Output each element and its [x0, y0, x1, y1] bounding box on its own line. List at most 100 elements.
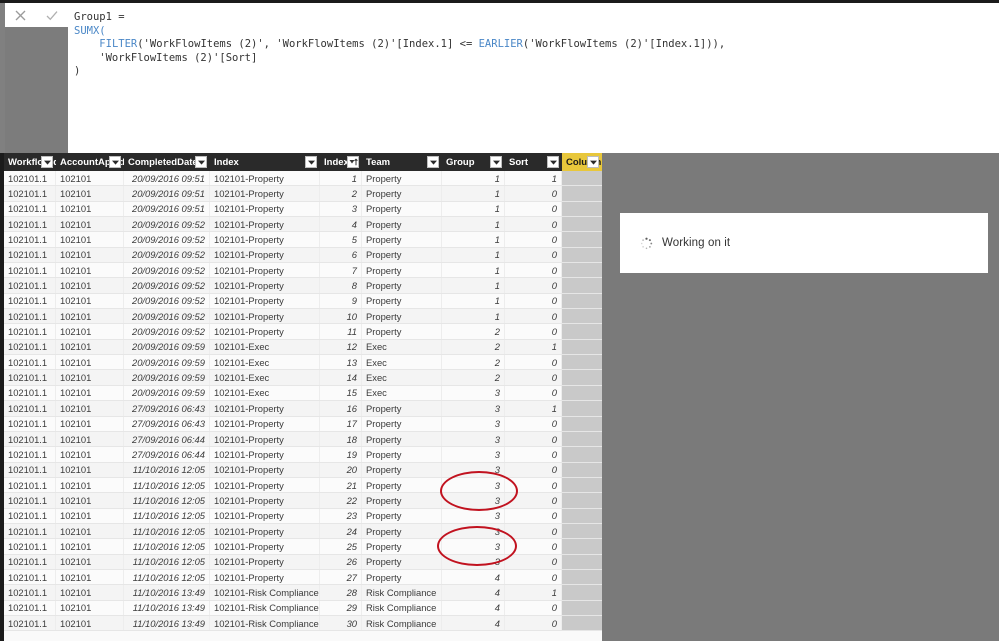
cell-completed[interactable]: 11/10/2016 12:05: [124, 477, 210, 493]
cell-sort[interactable]: 0: [505, 324, 562, 339]
cell-sort[interactable]: 0: [505, 232, 562, 247]
cell-index1[interactable]: 21: [320, 477, 362, 493]
cell-index1[interactable]: 15: [320, 385, 362, 401]
cell-workflow[interactable]: 102101.1: [4, 171, 56, 186]
cell-account[interactable]: 102101: [56, 585, 124, 600]
column-filter-button-account[interactable]: [109, 156, 121, 168]
cell-index1[interactable]: 25: [320, 539, 362, 554]
cell-sort[interactable]: 0: [505, 293, 562, 309]
cell-workflow[interactable]: 102101.1: [4, 385, 56, 401]
table-row[interactable]: 102101.1 102101 11/10/2016 12:05 102101-Pro…: [4, 477, 602, 494]
cell-workflow[interactable]: 102101.1: [4, 539, 56, 554]
accept-formula-button[interactable]: [41, 4, 63, 26]
table-row[interactable]: 102101.1 102101 20/09/2016 09:52 102101-Pro…: [4, 232, 602, 248]
cell-sort[interactable]: 0: [505, 370, 562, 385]
cell-completed[interactable]: 11/10/2016 12:05: [124, 554, 210, 569]
column-filter-button-index[interactable]: [305, 156, 317, 168]
table-row[interactable]: 102101.1 102101 27/09/2016 06:44 102101-Pro…: [4, 431, 602, 448]
cell-workflow[interactable]: 102101.1: [4, 447, 56, 462]
cell-completed[interactable]: 11/10/2016 12:05: [124, 493, 210, 508]
cell-team[interactable]: Property: [362, 493, 442, 508]
cell-column[interactable]: [562, 508, 602, 523]
cell-group[interactable]: 1: [442, 232, 505, 247]
cell-index1[interactable]: 28: [320, 585, 362, 600]
cell-team[interactable]: Property: [362, 462, 442, 477]
cell-group[interactable]: 3: [442, 539, 505, 554]
cell-completed[interactable]: 11/10/2016 12:05: [124, 508, 210, 523]
table-row[interactable]: 102101.1 102101 11/10/2016 12:05 102101-Pro…: [4, 539, 602, 555]
cell-workflow[interactable]: 102101.1: [4, 217, 56, 232]
cell-sort[interactable]: 0: [505, 201, 562, 217]
cell-sort[interactable]: 1: [505, 401, 562, 416]
column-header-account[interactable]: AccountAppId: [56, 153, 124, 171]
cell-completed[interactable]: 20/09/2016 09:52: [124, 217, 210, 232]
cell-workflow[interactable]: 102101.1: [4, 247, 56, 263]
cell-account[interactable]: 102101: [56, 554, 124, 569]
cell-column[interactable]: [562, 201, 602, 217]
cell-account[interactable]: 102101: [56, 324, 124, 339]
cell-sort[interactable]: 1: [505, 339, 562, 355]
cell-column[interactable]: [562, 385, 602, 401]
cell-completed[interactable]: 11/10/2016 12:05: [124, 569, 210, 585]
cell-index[interactable]: 102101-Property: [210, 247, 320, 263]
cell-column[interactable]: [562, 278, 602, 293]
cell-index1[interactable]: 7: [320, 263, 362, 278]
cell-completed[interactable]: 20/09/2016 09:52: [124, 232, 210, 247]
cell-account[interactable]: 102101: [56, 339, 124, 355]
cell-group[interactable]: 3: [442, 385, 505, 401]
table-row[interactable]: 102101.1 102101 11/10/2016 12:05 102101-Pro…: [4, 554, 602, 570]
cell-index[interactable]: 102101-Property: [210, 508, 320, 523]
cell-account[interactable]: 102101: [56, 477, 124, 493]
cell-sort[interactable]: 1: [505, 171, 562, 186]
cell-index[interactable]: 102101-Property: [210, 217, 320, 232]
cell-team[interactable]: Risk Compliance: [362, 600, 442, 615]
cell-group[interactable]: 3: [442, 493, 505, 508]
cell-sort[interactable]: 0: [505, 247, 562, 263]
cell-completed[interactable]: 27/09/2016 06:43: [124, 416, 210, 431]
cell-account[interactable]: 102101: [56, 569, 124, 585]
cell-index1[interactable]: 23: [320, 508, 362, 523]
cell-index[interactable]: 102101-Property: [210, 447, 320, 462]
cell-index[interactable]: 102101-Property: [210, 186, 320, 201]
table-row[interactable]: 102101.1 102101 27/09/2016 06:43 102101-Pro…: [4, 416, 602, 432]
cell-sort[interactable]: 0: [505, 309, 562, 324]
cell-workflow[interactable]: 102101.1: [4, 615, 56, 631]
cell-index1[interactable]: 4: [320, 217, 362, 232]
cell-index[interactable]: 102101-Property: [210, 493, 320, 508]
cell-column[interactable]: [562, 247, 602, 263]
cell-account[interactable]: 102101: [56, 355, 124, 370]
cell-index[interactable]: 102101-Property: [210, 309, 320, 324]
cell-index[interactable]: 102101-Risk Compliance: [210, 600, 320, 615]
table-row[interactable]: 102101.1 102101 11/10/2016 12:05 102101-Pro…: [4, 493, 602, 509]
cell-team[interactable]: Property: [362, 201, 442, 217]
cell-completed[interactable]: 11/10/2016 13:49: [124, 585, 210, 600]
cell-group[interactable]: 4: [442, 600, 505, 615]
cell-team[interactable]: Exec: [362, 385, 442, 401]
table-row[interactable]: 102101.1 102101 20/09/2016 09:51 102101-Pro…: [4, 201, 602, 218]
cell-account[interactable]: 102101: [56, 293, 124, 309]
cell-column[interactable]: [562, 615, 602, 631]
cell-workflow[interactable]: 102101.1: [4, 324, 56, 339]
cell-account[interactable]: 102101: [56, 539, 124, 554]
cell-team[interactable]: Property: [362, 247, 442, 263]
cell-index[interactable]: 102101-Property: [210, 201, 320, 217]
cell-team[interactable]: Property: [362, 477, 442, 493]
cell-index[interactable]: 102101-Property: [210, 569, 320, 585]
table-row[interactable]: 102101.1 102101 20/09/2016 09:51 102101-Pro…: [4, 171, 602, 187]
table-row[interactable]: 102101.1 102101 20/09/2016 09:59 102101-Exe…: [4, 370, 602, 386]
data-table[interactable]: WorkflowId AccountAppId CompletedDate Index…: [4, 153, 602, 641]
cell-index[interactable]: 102101-Property: [210, 171, 320, 186]
cell-sort[interactable]: 1: [505, 585, 562, 600]
cell-group[interactable]: 3: [442, 554, 505, 569]
cell-group[interactable]: 3: [442, 462, 505, 477]
cell-team[interactable]: Property: [362, 416, 442, 431]
cell-group[interactable]: 3: [442, 416, 505, 431]
table-row[interactable]: 102101.1 102101 27/09/2016 06:43 102101-Pro…: [4, 401, 602, 417]
cell-team[interactable]: Exec: [362, 370, 442, 385]
cell-account[interactable]: 102101: [56, 447, 124, 462]
cell-index1[interactable]: 20: [320, 462, 362, 477]
cell-account[interactable]: 102101: [56, 186, 124, 201]
cell-account[interactable]: 102101: [56, 615, 124, 631]
cell-team[interactable]: Exec: [362, 339, 442, 355]
cell-account[interactable]: 102101: [56, 523, 124, 539]
